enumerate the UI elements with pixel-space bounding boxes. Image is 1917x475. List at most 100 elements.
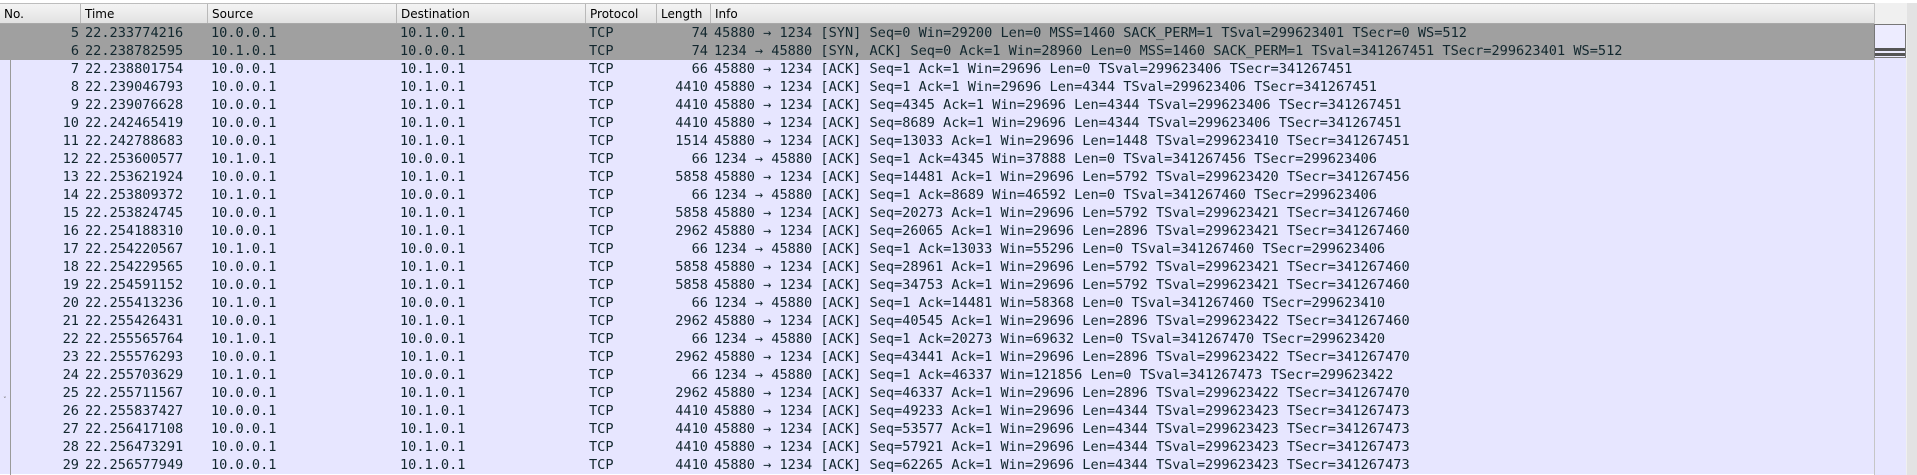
packet-destination: 10.1.0.1	[400, 457, 466, 473]
related-packet-marker: ˯	[3, 386, 7, 399]
packet-row[interactable]: 19 22.254591152 10.0.0.1 10.1.0.1 TCP 5858 458…	[0, 276, 1874, 294]
packet-destination: 10.1.0.1	[400, 259, 466, 275]
packet-protocol: TCP	[589, 295, 614, 311]
packet-length: 5858	[675, 259, 708, 275]
packet-length: 66	[691, 61, 708, 77]
packet-destination: 10.1.0.1	[400, 25, 466, 41]
column-header-time[interactable]: Time	[81, 4, 208, 23]
packet-row[interactable]: 17 22.254220567 10.1.0.1 10.0.0.1 TCP 66 1234 …	[0, 240, 1874, 258]
column-header-length[interactable]: Length	[657, 4, 711, 23]
packet-info: 45880 → 1234 [ACK] Seq=8689 Ack=1 Win=29…	[714, 115, 1402, 131]
packet-row[interactable]: 22 22.255565764 10.1.0.1 10.0.0.1 TCP 66 1234 …	[0, 330, 1874, 348]
packet-row[interactable]: 16 22.254188310 10.0.0.1 10.1.0.1 TCP 2962 458…	[0, 222, 1874, 240]
packet-info: 45880 → 1234 [ACK] Seq=26065 Ack=1 Win=2…	[714, 223, 1410, 239]
packet-minimap[interactable]	[1875, 24, 1906, 475]
column-header-no[interactable]: No.	[0, 4, 81, 23]
packet-time: 22.255426431	[85, 313, 184, 329]
packet-length: 4410	[675, 97, 708, 113]
column-header-info[interactable]: Info	[711, 4, 1874, 23]
packet-source: 10.0.0.1	[211, 259, 277, 275]
packet-row[interactable]: 7 22.238801754 10.0.0.1 10.1.0.1 TCP 66 45880 …	[0, 60, 1874, 78]
packet-protocol: TCP	[589, 349, 614, 365]
packet-row[interactable]: 21 22.255426431 10.0.0.1 10.1.0.1 TCP 2962 458…	[0, 312, 1874, 330]
packet-time: 22.255837427	[85, 403, 184, 419]
packet-protocol: TCP	[589, 205, 614, 221]
packet-row[interactable]: 15 22.253824745 10.0.0.1 10.1.0.1 TCP 5858 458…	[0, 204, 1874, 222]
packet-source: 10.0.0.1	[211, 25, 277, 41]
packet-source: 10.0.0.1	[211, 277, 277, 293]
packet-info: 45880 → 1234 [ACK] Seq=46337 Ack=1 Win=2…	[714, 385, 1410, 401]
packet-row[interactable]: 27 22.256417108 10.0.0.1 10.1.0.1 TCP 4410 458…	[0, 420, 1874, 438]
packet-destination: 10.1.0.1	[400, 205, 466, 221]
packet-protocol: TCP	[589, 439, 614, 455]
packet-row[interactable]: 24 22.255703629 10.1.0.1 10.0.0.1 TCP 66 1234 …	[0, 366, 1874, 384]
packet-row[interactable]: 20 22.255413236 10.1.0.1 10.0.0.1 TCP 66 1234 …	[0, 294, 1874, 312]
packet-source: 10.0.0.1	[211, 403, 277, 419]
packet-info: 45880 → 1234 [SYN] Seq=0 Win=29200 Len=0…	[714, 25, 1467, 41]
packet-row[interactable]: 9 22.239076628 10.0.0.1 10.1.0.1 TCP 4410 4588…	[0, 96, 1874, 114]
packet-info: 45880 → 1234 [ACK] Seq=43441 Ack=1 Win=2…	[714, 349, 1410, 365]
packet-row[interactable]: 29 22.256577949 10.0.0.1 10.1.0.1 TCP 4410 458…	[0, 456, 1874, 474]
packet-protocol: TCP	[589, 385, 614, 401]
packet-row[interactable]: 12 22.253600577 10.1.0.1 10.0.0.1 TCP 66 1234 …	[0, 150, 1874, 168]
packet-info: 45880 → 1234 [ACK] Seq=14481 Ack=1 Win=2…	[714, 169, 1410, 185]
packet-row[interactable]: 23 22.255576293 10.0.0.1 10.1.0.1 TCP 2962 458…	[0, 348, 1874, 366]
packet-row[interactable]: 26 22.255837427 10.0.0.1 10.1.0.1 TCP 4410 458…	[0, 402, 1874, 420]
packet-protocol: TCP	[589, 421, 614, 437]
packet-time: 22.239076628	[85, 97, 184, 113]
packet-protocol: TCP	[589, 223, 614, 239]
packet-protocol: TCP	[589, 259, 614, 275]
packet-row[interactable]: 5 22.233774216 10.0.0.1 10.1.0.1 TCP 74 45880 …	[0, 24, 1874, 42]
packet-source: 10.0.0.1	[211, 349, 277, 365]
packet-time: 22.255711567	[85, 385, 184, 401]
packet-length: 66	[691, 295, 708, 311]
column-header-protocol[interactable]: Protocol	[586, 4, 657, 23]
packet-time: 22.253824745	[85, 205, 184, 221]
packet-length: 4410	[675, 115, 708, 131]
packet-row[interactable]: 25 22.255711567 10.0.0.1 10.1.0.1 TCP 2962 458…	[0, 384, 1874, 402]
packet-length: 4410	[675, 439, 708, 455]
packet-source: 10.0.0.1	[211, 223, 277, 239]
packet-time: 22.233774216	[85, 25, 184, 41]
packet-source: 10.1.0.1	[211, 295, 277, 311]
packet-row[interactable]: 14 22.253809372 10.1.0.1 10.0.0.1 TCP 66 1234 …	[0, 186, 1874, 204]
packet-source: 10.0.0.1	[211, 439, 277, 455]
packet-time: 22.256577949	[85, 457, 184, 473]
packet-info: 1234 → 45880 [ACK] Seq=1 Ack=14481 Win=5…	[714, 295, 1386, 311]
packet-row[interactable]: 28 22.256473291 10.0.0.1 10.1.0.1 TCP 4410 458…	[0, 438, 1874, 456]
packet-protocol: TCP	[589, 403, 614, 419]
column-header-source[interactable]: Source	[208, 4, 397, 23]
packet-row[interactable]: 13 22.253621924 10.0.0.1 10.1.0.1 TCP 5858 458…	[0, 168, 1874, 186]
packet-time: 22.242788683	[85, 133, 184, 149]
packet-row[interactable]: 6 22.238782595 10.1.0.1 10.0.0.1 TCP 74 1234 →…	[0, 42, 1874, 60]
packet-destination: 10.1.0.1	[400, 133, 466, 149]
packet-time: 22.256417108	[85, 421, 184, 437]
packet-time: 22.254220567	[85, 241, 184, 257]
packet-source: 10.1.0.1	[211, 367, 277, 383]
packet-row[interactable]: 8 22.239046793 10.0.0.1 10.1.0.1 TCP 4410 4588…	[0, 78, 1874, 96]
packet-length: 74	[691, 43, 708, 59]
packet-length: 2962	[675, 313, 708, 329]
packet-destination: 10.0.0.1	[400, 43, 466, 59]
packet-destination: 10.1.0.1	[400, 421, 466, 437]
packet-protocol: TCP	[589, 151, 614, 167]
packet-destination: 10.1.0.1	[400, 385, 466, 401]
packet-length: 66	[691, 367, 708, 383]
packet-destination: 10.1.0.1	[400, 223, 466, 239]
packet-destination: 10.0.0.1	[400, 295, 466, 311]
packet-info: 45880 → 1234 [ACK] Seq=53577 Ack=1 Win=2…	[714, 421, 1410, 437]
packet-row[interactable]: 18 22.254229565 10.0.0.1 10.1.0.1 TCP 5858 458…	[0, 258, 1874, 276]
packet-info: 45880 → 1234 [ACK] Seq=34753 Ack=1 Win=2…	[714, 277, 1410, 293]
packet-row[interactable]: 11 22.242788683 10.0.0.1 10.1.0.1 TCP 1514 458…	[0, 132, 1874, 150]
packet-time: 22.255703629	[85, 367, 184, 383]
packet-length: 66	[691, 151, 708, 167]
packet-time: 22.239046793	[85, 79, 184, 95]
packet-destination: 10.1.0.1	[400, 115, 466, 131]
packet-source: 10.0.0.1	[211, 205, 277, 221]
vertical-scrollbar[interactable]	[1907, 3, 1917, 475]
packet-row[interactable]: 10 22.242465419 10.0.0.1 10.1.0.1 TCP 4410 458…	[0, 114, 1874, 132]
packet-time: 22.253600577	[85, 151, 184, 167]
packet-destination: 10.1.0.1	[400, 277, 466, 293]
minimap-viewport[interactable]	[1874, 24, 1906, 58]
column-header-destination[interactable]: Destination	[397, 4, 586, 23]
